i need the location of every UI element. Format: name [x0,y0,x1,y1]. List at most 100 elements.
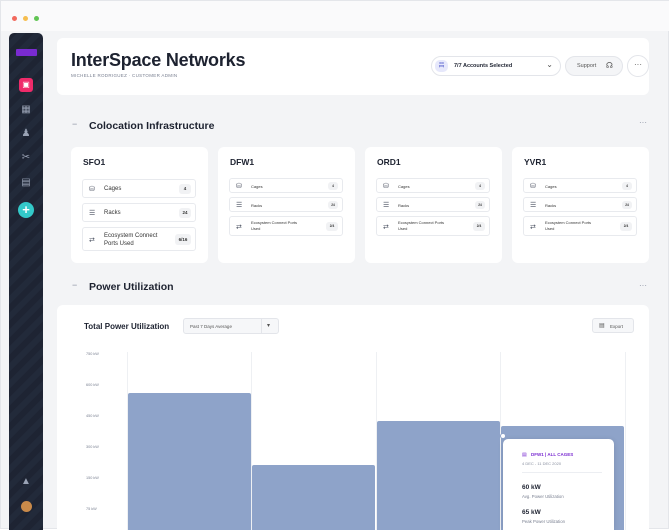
row-label: Cages [251,184,263,189]
headset-icon: ☊ [605,61,613,70]
row-value: 24 [328,201,338,209]
row-label: Racks [251,203,263,208]
support-label: Support [577,63,597,69]
site-card-ord1[interactable]: ORD1 ⛁ Cages 4 ☰ Racks 24 ⇄ Ecosystem Co… [365,147,502,263]
bell-icon[interactable]: ▲ [19,475,33,489]
chart-title: Total Power Utilization [84,322,170,331]
close-window-dot[interactable] [12,16,17,21]
cage-icon: ⛁ [530,183,536,190]
y-tick-label: 750 kW [86,352,99,356]
power-collapse-icon[interactable]: − [72,280,77,290]
rack-icon: ☰ [383,202,390,209]
cages-row[interactable]: ⛁ Cages 4 [229,178,343,193]
row-label: Cages [545,184,557,189]
bar-ord1[interactable] [377,421,500,530]
brand-logo[interactable] [16,49,37,56]
maximize-window-dot[interactable] [34,16,39,21]
bar-dfw1[interactable] [252,465,375,530]
range-divider [261,319,262,333]
rack-icon: ☰ [236,202,243,209]
cages-row[interactable]: ⛁ Cages 4 [82,179,196,198]
cage-icon: ⛁ [236,183,242,190]
y-tick-label: 150 kW [86,476,99,480]
dashboard-icon[interactable]: ▣ [19,78,33,92]
ports-row[interactable]: ⇄ Ecosystem Connect Ports Used 2/4 [229,216,343,236]
grid-line [625,352,626,530]
tooltip-avg-label: Avg. Power Utilization [522,494,564,499]
swap-icon: ⇄ [383,224,389,231]
site-name: YVR1 [524,157,547,167]
building-icon: ▤ [522,452,527,458]
cages-row[interactable]: ⛁ Cages 4 [376,178,490,193]
range-label: Past 7 Days Average [190,324,232,329]
row-label: Racks [104,210,121,216]
power-more-icon[interactable]: ··· [639,281,647,290]
site-card-yvr1[interactable]: YVR1 ⛁ Cages 4 ☰ Racks 24 ⇄ Ecosystem Co… [512,147,649,263]
row-value: 4 [622,182,632,190]
more-options-button[interactable]: ··· [627,55,649,77]
cages-row[interactable]: ⛁ Cages 4 [523,178,637,193]
export-label: Export [610,324,624,329]
colocation-collapse-icon[interactable]: − [72,119,77,129]
racks-row[interactable]: ☰ Racks 24 [82,203,196,222]
rack-icon: ☰ [530,202,537,209]
tooltip-divider [522,472,602,473]
row-label: Ecosystem Connect Ports Used [398,220,445,231]
card-icon[interactable]: ▤ [19,176,33,190]
row-label: Ecosystem Connect Ports Used [545,220,592,231]
tooltip-peak-value: 65 kW [522,509,541,516]
row-label: Cages [398,184,410,189]
row-label: Cages [104,186,122,192]
company-title: InterSpace Networks [71,50,246,70]
row-value: 2/4 [326,222,338,231]
cage-icon: ⛁ [383,183,389,190]
row-value: 24 [179,208,191,218]
row-label: Racks [545,203,557,208]
y-tick-label: 300 kW [86,445,99,449]
swap-icon: ⇄ [236,224,242,231]
colocation-title: Colocation Infrastructure [89,120,215,132]
tooltip-title: DFW1 | ALL CAGES [531,452,574,457]
row-label: Racks [398,203,410,208]
row-value: 4 [475,182,485,190]
sidebar: ▣ ▦ ♟ ✂ ▤ + ▲ [9,33,43,530]
avatar[interactable] [19,500,33,514]
accounts-label: 7/7 Accounts Selected [454,63,513,69]
support-button[interactable]: Support ☊ [565,56,623,76]
user-icon[interactable]: ♟ [19,127,33,141]
site-card-dfw1[interactable]: DFW1 ⛁ Cages 4 ☰ Racks 24 ⇄ Ecosystem Co… [218,147,355,263]
tooltip-peak-label: Peak Power Utilization [522,519,565,524]
colocation-more-icon[interactable]: ··· [639,118,647,127]
ports-row[interactable]: ⇄ Ecosystem Connect Ports Used 6/16 [82,227,196,251]
cage-icon: ⛁ [89,186,95,193]
site-name: ORD1 [377,157,401,167]
app-window: ▣ ▦ ♟ ✂ ▤ + ▲ InterSpace Networks MICHEL… [0,0,669,530]
y-tick-label: 450 kW [86,414,99,418]
tools-icon[interactable]: ✂ [19,151,33,165]
accounts-selector[interactable]: 吕 7/7 Accounts Selected ⌄ [431,56,561,76]
power-title: Power Utilization [89,281,174,293]
title-bar [1,1,669,31]
range-select[interactable]: Past 7 Days Average ▾ [183,318,279,334]
row-value: 2/4 [473,222,485,231]
minimize-window-dot[interactable] [23,16,28,21]
site-name: SFO1 [83,157,106,167]
chart-tooltip: ▤ DFW1 | ALL CAGES 4 DEC - 11 DEC 2020 6… [503,439,614,530]
chevron-down-icon: ⌄ [546,60,553,69]
accounts-icon: 吕 [435,60,448,72]
bar-sfo1[interactable] [128,393,251,530]
add-button[interactable]: + [18,202,34,218]
racks-row[interactable]: ☰ Racks 24 [229,197,343,212]
swap-icon: ⇄ [89,237,95,244]
row-value: 6/16 [175,234,191,245]
racks-row[interactable]: ☰ Racks 24 [523,197,637,212]
row-value: 4 [179,184,191,194]
row-value: 24 [622,201,632,209]
ports-row[interactable]: ⇄ Ecosystem Connect Ports Used 2/4 [376,216,490,236]
racks-row[interactable]: ☰ Racks 24 [376,197,490,212]
grid-icon[interactable]: ▦ [19,103,33,117]
ports-row[interactable]: ⇄ Ecosystem Connect Ports Used 2/4 [523,216,637,236]
export-button[interactable]: ▤ Export [592,318,634,333]
site-card-sfo1[interactable]: SFO1 ⛁ Cages 4 ☰ Racks 24 ⇄ Ecosystem Co… [71,147,208,263]
rack-icon: ☰ [89,210,96,217]
